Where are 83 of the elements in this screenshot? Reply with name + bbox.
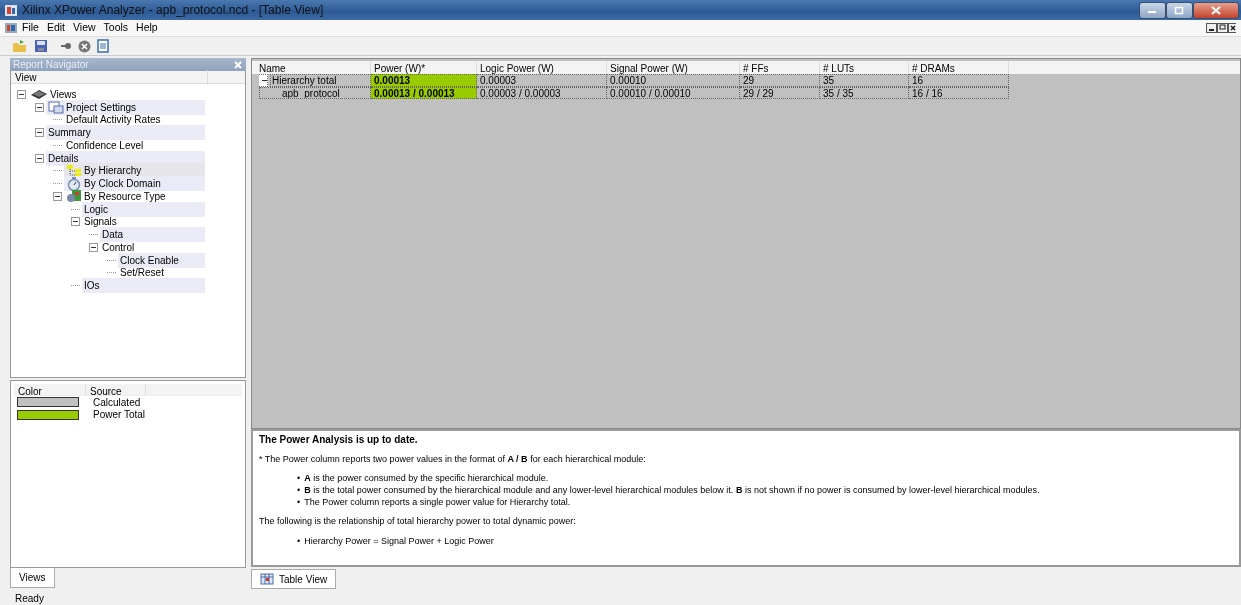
column-header: Logic Power (W) [477, 61, 607, 74]
maximize-button[interactable] [1165, 1, 1193, 19]
tree-item[interactable]: IOs [82, 278, 205, 294]
bullet-icon: • [297, 473, 301, 485]
panel-title: Report Navigator [13, 58, 89, 72]
column-header: # FFs [740, 61, 820, 74]
collapse-toggle[interactable] [53, 191, 62, 201]
minimize-button[interactable] [1138, 1, 1166, 19]
notes-heading: The Power Analysis is up to date. [259, 432, 419, 446]
key-icon[interactable] [60, 40, 72, 52]
table-cell: 0.00010 / 0.00010 [607, 86, 740, 99]
column-header: Color [14, 384, 86, 395]
tree-item[interactable]: Views [28, 86, 79, 102]
table-cell: 16 [909, 74, 1009, 87]
menu-item[interactable]: Help [132, 20, 162, 36]
stopwatch-icon [66, 176, 82, 191]
restore-icon[interactable] [1217, 23, 1228, 33]
table-cell: 0.00003 / 0.00003 [477, 86, 607, 99]
table-cell: 35 [820, 74, 909, 87]
menu-item[interactable]: Edit [42, 20, 69, 36]
collapse-toggle[interactable] [89, 242, 98, 252]
close-button[interactable] [1192, 1, 1239, 19]
table-icon [260, 573, 274, 586]
tree-item[interactable]: Default Activity Rates [64, 112, 163, 128]
column-header: # LUTs [820, 61, 909, 74]
app-menu-icon[interactable] [4, 22, 18, 34]
window-title: Xilinx XPower Analyzer - apb_protocol.ncd - [Table View] [22, 2, 324, 19]
app-icon [4, 3, 18, 17]
table-cell: apb_protocol [259, 86, 371, 99]
legend-label: Calculated [93, 395, 141, 410]
tree-item[interactable]: Signals [82, 214, 119, 230]
legend-label: Power Total [93, 408, 146, 423]
collapse-toggle[interactable] [17, 89, 26, 99]
tree-item[interactable]: Set/Reset [118, 265, 166, 281]
tree-item[interactable]: Project Settings [46, 99, 205, 115]
chip-icon [30, 88, 48, 101]
close-icon[interactable] [1228, 23, 1236, 33]
tree-item[interactable]: Data [100, 227, 205, 243]
bullet-icon: • [297, 536, 301, 548]
minimize-icon[interactable] [1206, 23, 1217, 33]
column-header: Signal Power (W) [607, 61, 740, 74]
collapse-toggle[interactable] [35, 102, 44, 112]
maximize-icon [1174, 5, 1184, 15]
view-tab[interactable]: Table View [251, 569, 337, 590]
column-header: View [15, 69, 208, 85]
menu-item[interactable]: File [18, 20, 43, 36]
table-cell: Hierarchy total [270, 74, 371, 87]
menu-item[interactable]: Tools [99, 20, 133, 36]
bullet-text: B is the total power consumed by the hierarchical module and any lower-level hierarchical modules below it. B is not shown if no power is consumed by lower-level hierarchical modules. [304, 484, 1040, 497]
bullet-text: The Power column reports a single power value for Hierarchy total. [304, 496, 571, 509]
table-cell: 29 [740, 74, 820, 87]
bullet-icon: • [297, 484, 301, 497]
tree-item[interactable]: By Clock Domain [64, 176, 205, 192]
collapse-toggle[interactable] [259, 74, 268, 87]
tree-item[interactable]: Logic [82, 201, 205, 217]
bullet-text: A is the power consumed by the specific hierarchical module. [304, 473, 549, 485]
table-cell: 0.00003 [477, 74, 607, 87]
table-cell: 16 / 16 [909, 86, 1009, 99]
hierarchy-icon [66, 164, 82, 178]
tree-item[interactable]: Summary [46, 125, 205, 141]
column-header: # DRAMs [909, 61, 1009, 74]
notes-paragraph: * The Power column reports two power values in the format of A / B for each hierarchical module: [259, 453, 647, 466]
save-icon[interactable] [34, 39, 48, 53]
stop-icon[interactable] [78, 39, 91, 53]
document-icon[interactable] [97, 39, 109, 53]
collapse-toggle[interactable] [35, 128, 44, 138]
settings-icon [48, 100, 64, 114]
bullet-text: Hierarchy Power = Signal Power + Logic Power [304, 536, 494, 548]
menu-item[interactable]: View [69, 20, 100, 36]
table-cell: 35 / 35 [820, 86, 909, 99]
tree-item[interactable]: Clock Enable [118, 252, 205, 268]
bullet-icon: • [297, 496, 301, 509]
status-text: Ready [14, 592, 45, 605]
table-cell: 29 / 29 [740, 86, 820, 99]
table-cell: 0.00013 [371, 74, 477, 87]
panel-tab[interactable]: Views [10, 568, 55, 588]
collapse-toggle[interactable] [71, 217, 80, 227]
close-icon [1210, 5, 1221, 15]
notes-paragraph: The following is the relationship of total hierarchy power to total dynamic power: [259, 516, 577, 529]
collapse-toggle[interactable] [35, 153, 44, 163]
resource-icon [66, 189, 82, 204]
column-header: Source [86, 384, 146, 395]
table-cell: 0.00010 [607, 74, 740, 87]
